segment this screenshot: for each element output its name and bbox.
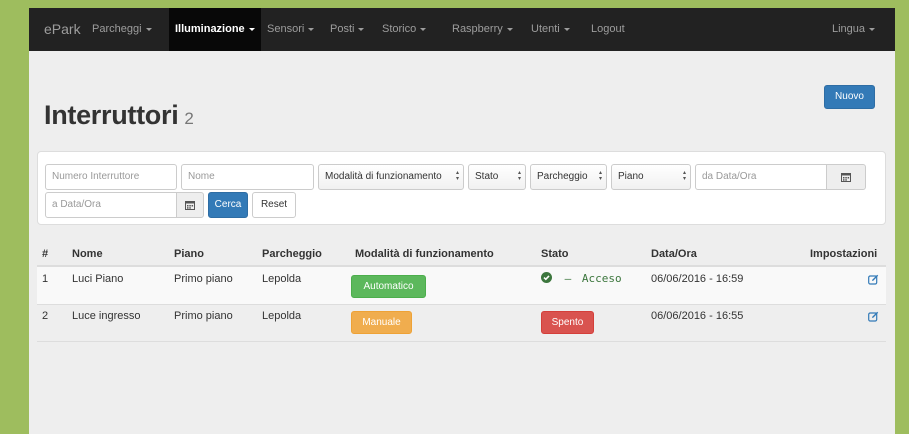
caret-down-icon bbox=[308, 27, 315, 31]
new-button[interactable]: Nuovo bbox=[824, 85, 875, 109]
caret-down-icon bbox=[145, 27, 152, 31]
numero-interruttore-input[interactable]: Numero Interruttore bbox=[45, 164, 177, 190]
nav-logout[interactable]: Logout bbox=[591, 8, 625, 51]
row-1-stato: – Acceso bbox=[541, 272, 622, 285]
header-nome: Nome bbox=[72, 248, 103, 260]
row-2-parcheggio: Lepolda bbox=[262, 310, 302, 322]
row-1-nome: Luci Piano bbox=[72, 273, 124, 285]
page-title-count: 2 bbox=[184, 109, 194, 128]
row-1-id: 1 bbox=[42, 273, 49, 285]
row-divider bbox=[37, 304, 886, 305]
row-2-nome: Luce ingresso bbox=[72, 310, 141, 322]
check-circle-icon bbox=[541, 272, 552, 283]
header-impostazioni: Impostazioni bbox=[810, 248, 878, 260]
nav-lingua-label: Lingua bbox=[832, 23, 866, 35]
caret-down-icon bbox=[358, 27, 365, 31]
parcheggio-select[interactable]: Parcheggio bbox=[530, 164, 607, 190]
edit-icon[interactable] bbox=[868, 311, 879, 322]
reset-button[interactable]: Reset bbox=[252, 192, 296, 218]
header-id: # bbox=[42, 248, 49, 260]
row-2-modalita-badge[interactable]: Manuale bbox=[351, 311, 412, 334]
nome-input[interactable]: Nome bbox=[181, 164, 314, 190]
nav-illuminazione-label: Illuminazione bbox=[175, 23, 245, 35]
row-divider bbox=[37, 341, 886, 342]
modalita-select[interactable]: Modalità di funzionamento bbox=[318, 164, 464, 190]
edit-icon[interactable] bbox=[868, 274, 879, 285]
nav-storico-label: Storico bbox=[382, 23, 417, 35]
a-data-input[interactable]: a Data/Ora bbox=[45, 192, 177, 218]
row-1-parcheggio: Lepolda bbox=[262, 273, 302, 285]
nav-raspberry-label: Raspberry bbox=[452, 23, 503, 35]
header-modalita: Modalità di funzionamento bbox=[355, 248, 494, 260]
table-row bbox=[37, 267, 886, 304]
nav-lingua[interactable]: Lingua bbox=[832, 8, 876, 51]
piano-select[interactable]: Piano bbox=[611, 164, 691, 190]
nav-sensori-label: Sensori bbox=[267, 23, 305, 35]
nav-utenti-label: Utenti bbox=[531, 23, 560, 35]
caret-down-icon bbox=[420, 27, 427, 31]
row-2-stato-badge[interactable]: Spento bbox=[541, 311, 594, 334]
header-data: Data/Ora bbox=[651, 248, 697, 260]
row-1-data: 06/06/2016 - 16:59 bbox=[651, 273, 744, 285]
calendar-icon bbox=[841, 173, 851, 182]
nav-illuminazione[interactable]: Illuminazione bbox=[169, 8, 261, 51]
nav-parcheggi[interactable]: Parcheggi bbox=[92, 8, 152, 51]
cerca-button[interactable]: Cerca bbox=[208, 192, 248, 218]
row-1-piano: Primo piano bbox=[174, 273, 233, 285]
nav-posti[interactable]: Posti bbox=[330, 8, 365, 51]
a-data-calendar-button[interactable] bbox=[176, 192, 204, 218]
header-piano: Piano bbox=[174, 248, 204, 260]
caret-down-icon bbox=[563, 27, 570, 31]
row-1-stato-sep: – bbox=[564, 272, 572, 285]
nav-storico[interactable]: Storico bbox=[382, 8, 427, 51]
da-data-calendar-button[interactable] bbox=[826, 164, 866, 190]
row-1-stato-text: Acceso bbox=[581, 272, 622, 285]
calendar-icon bbox=[185, 201, 195, 210]
page-title-text: Interruttori bbox=[44, 100, 179, 130]
caret-down-icon bbox=[248, 27, 255, 31]
row-2-piano: Primo piano bbox=[174, 310, 233, 322]
app-frame: ePark Parcheggi Illuminazione Sensori Po… bbox=[29, 8, 895, 434]
row-1-modalita-badge[interactable]: Automatico bbox=[351, 275, 426, 298]
page-title: Interruttori 2 bbox=[44, 100, 194, 131]
nav-utenti[interactable]: Utenti bbox=[531, 8, 570, 51]
navbar: ePark Parcheggi Illuminazione Sensori Po… bbox=[29, 8, 895, 51]
stato-select[interactable]: Stato bbox=[468, 164, 526, 190]
brand-link[interactable]: ePark bbox=[44, 8, 81, 51]
nav-parcheggi-label: Parcheggi bbox=[92, 23, 142, 35]
nav-sensori[interactable]: Sensori bbox=[267, 8, 315, 51]
header-stato: Stato bbox=[541, 248, 569, 260]
caret-down-icon bbox=[506, 27, 513, 31]
row-2-data: 06/06/2016 - 16:55 bbox=[651, 310, 744, 322]
nav-raspberry[interactable]: Raspberry bbox=[452, 8, 513, 51]
caret-down-icon bbox=[869, 27, 876, 31]
nav-posti-label: Posti bbox=[330, 23, 355, 35]
da-data-input[interactable]: da Data/Ora bbox=[695, 164, 827, 190]
filter-panel: Numero Interruttore Nome Modalità di fun… bbox=[37, 151, 886, 225]
row-2-id: 2 bbox=[42, 310, 49, 322]
header-parcheggio: Parcheggio bbox=[262, 248, 322, 260]
